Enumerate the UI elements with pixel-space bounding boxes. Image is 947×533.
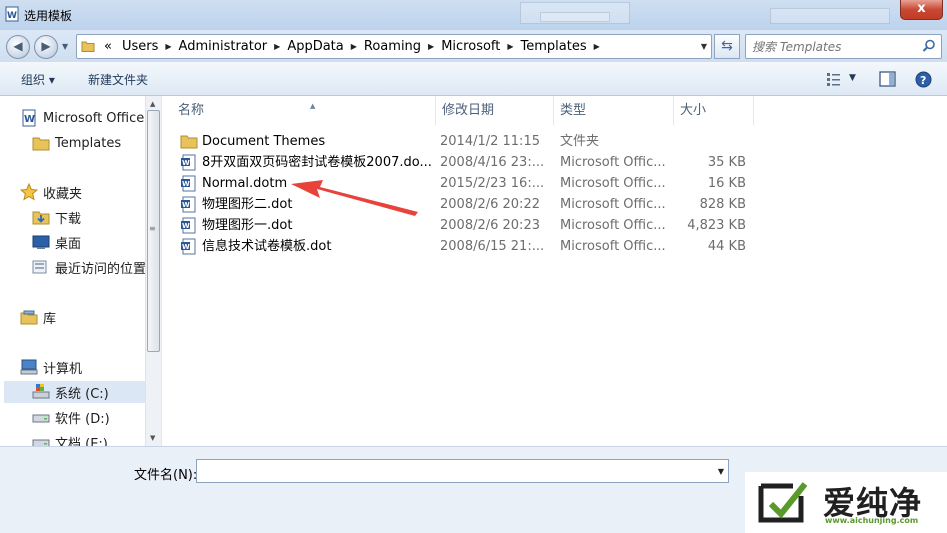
help-icon[interactable]: ? <box>915 71 932 88</box>
file-row-physics-figure-1[interactable]: W 物理图形一.dot 2008/2/6 20:23 Microsoft Off… <box>176 215 756 236</box>
scroll-down-icon[interactable]: ▼ <box>150 434 155 442</box>
nav-item-templates[interactable]: Templates <box>32 132 161 154</box>
back-button[interactable]: ◀ <box>6 35 30 59</box>
word-doc-icon: W <box>181 217 196 234</box>
breadcrumb-administrator[interactable]: Administrator <box>174 39 273 54</box>
svg-text:W: W <box>182 180 190 188</box>
search-icon[interactable] <box>922 39 936 53</box>
breadcrumb-overflow[interactable]: « <box>99 39 117 54</box>
svg-text:W: W <box>24 114 35 125</box>
drive-icon <box>32 414 50 423</box>
library-icon <box>20 310 38 325</box>
address-row: ◀ ▶ ▼ « Users ▶ Administrator ▶ AppData … <box>0 30 947 62</box>
toolbar: 组织 ▾ 新建文件夹 ▼ ? <box>0 62 947 96</box>
chevron-down-icon[interactable]: ▼ <box>718 467 724 476</box>
nav-item-drive-d[interactable]: 软件 (D:) <box>32 406 161 428</box>
drive-icon <box>32 439 50 446</box>
nav-item-microsoft-office[interactable]: W Microsoft Office <box>20 107 161 129</box>
chevron-down-icon[interactable]: ▼ <box>849 73 856 83</box>
watermark-logo-icon <box>758 482 808 523</box>
svg-text:W: W <box>7 11 17 21</box>
chevron-right-icon[interactable]: ▶ <box>272 42 282 51</box>
filename-label: 文件名(N): <box>134 468 198 483</box>
column-header-size[interactable]: 大小 <box>674 96 754 125</box>
word-icon: W <box>22 109 36 127</box>
scroll-up-icon[interactable]: ▲ <box>150 100 155 108</box>
recent-icon <box>32 260 47 274</box>
folder-icon <box>180 135 198 149</box>
word-doc-icon: W <box>181 238 196 255</box>
new-folder-button[interactable]: 新建文件夹 <box>88 71 148 88</box>
nav-item-favorites[interactable]: 收藏夹 <box>20 181 161 203</box>
refresh-button[interactable]: ⇆ <box>714 34 740 59</box>
background-window-ghost <box>540 12 610 22</box>
nav-scrollbar[interactable]: ▲ ≡ ▼ <box>145 96 161 446</box>
search-input[interactable] <box>752 38 918 55</box>
breadcrumb-users[interactable]: Users <box>117 39 163 54</box>
breadcrumb-microsoft[interactable]: Microsoft <box>436 39 505 54</box>
watermark-url: www.aichunjing.com <box>825 516 919 525</box>
nav-item-downloads[interactable]: 下载 <box>32 206 161 228</box>
word-app-icon: W <box>5 6 19 22</box>
nav-item-drive-c[interactable]: 系统 (C:) <box>4 381 145 403</box>
filename-input[interactable] <box>201 463 701 479</box>
watermark: 爱纯净 www.aichunjing.com <box>745 472 947 533</box>
address-bar[interactable]: « Users ▶ Administrator ▶ AppData ▶ Roam… <box>76 34 712 59</box>
nav-item-libraries[interactable]: 库 <box>20 306 161 328</box>
svg-text:W: W <box>182 222 190 230</box>
history-dropdown-icon[interactable]: ▼ <box>62 42 68 51</box>
filename-combobox[interactable]: ▼ <box>196 459 729 483</box>
breadcrumb-appdata[interactable]: AppData <box>282 39 348 54</box>
forward-button[interactable]: ▶ <box>34 35 58 59</box>
column-header-type[interactable]: 类型 <box>554 96 674 125</box>
chevron-down-icon[interactable]: ▼ <box>701 42 707 51</box>
breadcrumb: « Users ▶ Administrator ▶ AppData ▶ Roam… <box>99 35 602 58</box>
svg-text:W: W <box>182 159 190 167</box>
drive-icon <box>32 384 50 399</box>
star-icon <box>20 183 38 201</box>
nav-item-computer[interactable]: 计算机 <box>20 356 161 378</box>
svg-text:W: W <box>182 243 190 251</box>
file-row-exam-template-2007[interactable]: W 8开双面双页码密封试卷模板2007.do... 2008/4/16 23:.… <box>176 152 756 173</box>
nav-item-desktop[interactable]: 桌面 <box>32 231 161 253</box>
word-doc-icon: W <box>181 175 196 192</box>
download-folder-icon <box>32 211 50 225</box>
file-row-it-exam-template[interactable]: W 信息技术试卷模板.dot 2008/6/15 21:... Microsof… <box>176 236 756 257</box>
svg-text:W: W <box>182 201 190 209</box>
organize-button[interactable]: 组织 ▾ <box>21 71 55 88</box>
desktop-icon <box>32 235 50 249</box>
nav-item-recent-places[interactable]: 最近访问的位置 <box>32 256 161 278</box>
computer-icon <box>20 359 38 375</box>
chevron-right-icon[interactable]: ▶ <box>505 42 515 51</box>
chevron-right-icon[interactable]: ▶ <box>349 42 359 51</box>
grip-icon: ≡ <box>149 224 156 233</box>
file-row-document-themes[interactable]: Document Themes 2014/1/2 11:15 文件夹 <box>176 131 756 152</box>
file-row-physics-figure-2[interactable]: W 物理图形二.dot 2008/2/6 20:22 Microsoft Off… <box>176 194 756 215</box>
view-options-icon[interactable] <box>826 71 844 87</box>
window-title: 选用模板 <box>24 9 73 23</box>
column-header-date[interactable]: 修改日期 <box>436 96 554 125</box>
breadcrumb-templates[interactable]: Templates <box>516 39 592 54</box>
title-bar: W 选用模板 x <box>0 0 947 30</box>
word-doc-icon: W <box>181 196 196 213</box>
svg-text:?: ? <box>920 74 926 87</box>
search-box[interactable] <box>745 34 942 59</box>
column-header-name[interactable]: ▲ 名称 <box>172 96 436 125</box>
annotation-arrow-icon <box>291 180 418 216</box>
preview-pane-icon[interactable] <box>879 71 896 87</box>
chevron-right-icon[interactable]: ▶ <box>426 42 436 51</box>
navigation-pane: W Microsoft Office Templates 收藏夹 下载 桌面 最… <box>0 96 161 446</box>
word-doc-icon: W <box>181 154 196 171</box>
background-window-ghost <box>770 8 890 24</box>
file-list: ▲ 名称 修改日期 类型 大小 Document Themes 2014/1/2… <box>162 96 947 446</box>
sort-ascending-icon: ▲ <box>310 102 316 110</box>
folder-icon <box>32 137 50 151</box>
chevron-right-icon[interactable]: ▶ <box>592 42 602 51</box>
folder-icon <box>81 41 95 52</box>
close-button[interactable]: x <box>900 0 943 20</box>
breadcrumb-roaming[interactable]: Roaming <box>359 39 426 54</box>
nav-item-drive-e[interactable]: 文档 (E:) <box>32 431 161 446</box>
file-row-normal-dotm[interactable]: W Normal.dotm 2015/2/23 16:... Microsoft… <box>176 173 756 194</box>
chevron-right-icon[interactable]: ▶ <box>163 42 173 51</box>
